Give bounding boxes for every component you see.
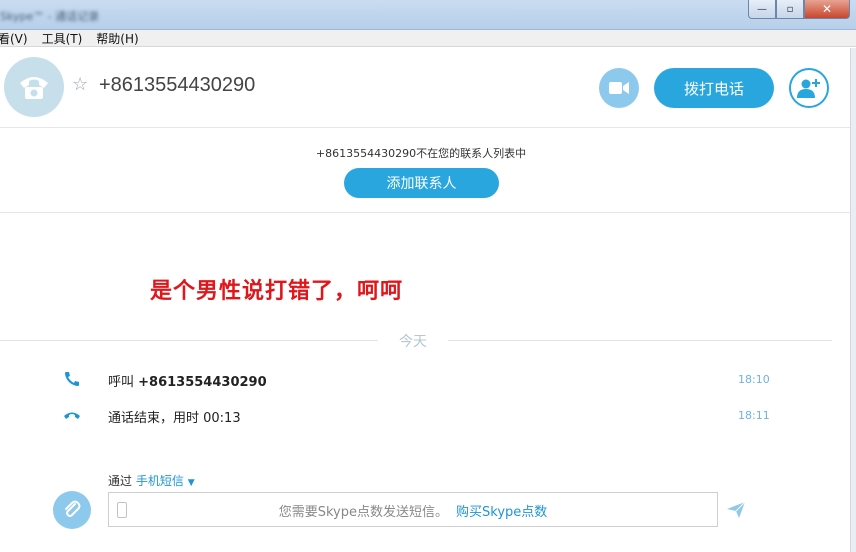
maximize-button[interactable]: ▫ <box>776 0 804 19</box>
add-person-icon <box>797 79 820 98</box>
minimize-button[interactable]: — <box>748 0 776 19</box>
menu-help[interactable]: 帮助(H) <box>96 30 138 47</box>
phone-outgoing-icon <box>65 372 79 386</box>
paperclip-icon <box>65 500 81 517</box>
video-call-button[interactable] <box>599 68 639 108</box>
day-divider-line-left <box>0 340 378 341</box>
menu-tools[interactable]: 工具(T) <box>42 30 83 47</box>
call-event-prefix: 呼叫 <box>108 375 139 390</box>
favorite-star-icon[interactable]: ☆ <box>72 74 88 95</box>
phone-hangup-icon <box>64 412 80 419</box>
chevron-down-icon[interactable]: ▼ <box>188 478 195 488</box>
call-event-time: 18:10 <box>738 373 770 386</box>
window-title: Skype™ - 通话记录 <box>0 10 100 23</box>
send-via-selector[interactable]: 通过 手机短信 ▼ <box>108 472 195 489</box>
window-edge <box>850 48 856 552</box>
video-camera-icon <box>609 82 629 94</box>
menu-view[interactable]: 看(V) <box>0 30 28 47</box>
menu-bar: 看(V) 工具(T) 帮助(H) <box>0 30 856 47</box>
close-button[interactable]: ✕ <box>804 0 850 19</box>
message-input[interactable]: 您需要Skype点数发送短信。 购买Skype点数 <box>108 492 718 527</box>
contact-name: +8613554430290 <box>99 74 256 96</box>
call-event-text: 呼叫 +8613554430290 <box>108 371 267 390</box>
call-event-number: +8613554430290 <box>138 375 267 390</box>
annotation-text: 是个男性说打错了，呵呵 <box>150 279 404 304</box>
call-button[interactable]: 拨打电话 <box>654 68 774 108</box>
conversation-header: ☆ +8613554430290 拨打电话 <box>0 48 850 128</box>
avatar[interactable] <box>4 57 64 117</box>
compose-placeholder: 您需要Skype点数发送短信。 购买Skype点数 <box>109 501 717 520</box>
day-divider-line-right <box>448 340 832 341</box>
via-method[interactable]: 手机短信 <box>136 474 184 488</box>
day-divider-label: 今天 <box>399 334 427 350</box>
not-in-contacts-notice: +8613554430290不在您的联系人列表中 添加联系人 <box>0 129 850 213</box>
send-icon[interactable] <box>726 500 746 520</box>
call-ended-prefix: 通话结束，用时 00:13 <box>108 411 241 426</box>
notice-text: +8613554430290不在您的联系人列表中 <box>315 147 527 160</box>
call-event-row: 呼叫 +8613554430290 18:10 <box>0 368 850 390</box>
call-ended-text: 通话结束，用时 00:13 <box>108 407 241 426</box>
window-title-bar: Skype™ - 通话记录 — ▫ ✕ <box>0 0 856 30</box>
add-contact-button[interactable]: 添加联系人 <box>344 168 499 198</box>
add-contact-icon-button[interactable] <box>789 68 829 108</box>
attach-button[interactable] <box>53 491 91 529</box>
sms-credit-notice: 您需要Skype点数发送短信。 <box>278 505 448 520</box>
telephone-icon <box>20 77 48 99</box>
call-ended-row: 通话结束，用时 00:13 18:11 <box>0 404 850 426</box>
window-controls: — ▫ ✕ <box>748 0 850 19</box>
buy-credit-link[interactable]: 购买Skype点数 <box>456 505 547 520</box>
call-ended-time: 18:11 <box>738 409 770 422</box>
via-label: 通过 <box>108 474 133 488</box>
